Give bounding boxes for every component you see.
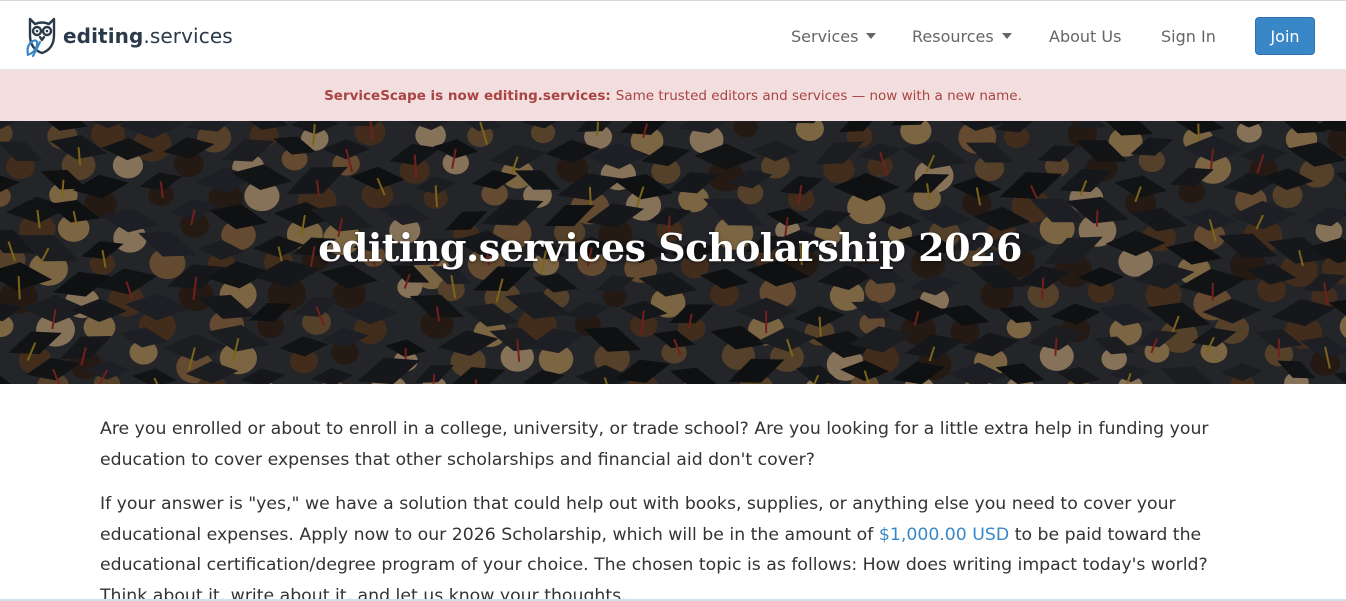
logo-wordmark-bold: editing: [63, 24, 144, 48]
nav-about-label: About Us: [1049, 26, 1122, 46]
notice-text: Same trusted editors and services — now …: [615, 87, 1022, 104]
join-button[interactable]: Join: [1255, 17, 1315, 55]
details-paragraph: If your answer is "yes," we have a solut…: [100, 489, 1250, 601]
notice-strong-text: ServiceScape is now editing.services:: [324, 87, 611, 104]
logo-link[interactable]: editing.services: [24, 14, 233, 58]
rebrand-notice-banner: ServiceScape is now editing.services: Sa…: [0, 70, 1346, 121]
scholarship-amount-link[interactable]: $1,000.00 USD: [879, 525, 1009, 545]
intro-paragraph: Are you enrolled or about to enroll in a…: [100, 419, 1209, 470]
nav-resources-label: Resources: [912, 26, 994, 46]
nav-about-link[interactable]: About Us: [1049, 1, 1121, 71]
top-navbar: editing.services Services Resources Abou…: [0, 0, 1346, 70]
caret-down-icon: [1001, 33, 1012, 39]
caret-down-icon: [866, 33, 877, 39]
hero-banner: editing.services Scholarship 2026: [0, 121, 1346, 384]
nav-signin-label: Sign In: [1161, 26, 1216, 46]
nav-resources-dropdown[interactable]: Resources: [912, 1, 1012, 71]
nav-services-dropdown[interactable]: Services: [791, 1, 877, 71]
logo-wordmark-rest: .services: [143, 24, 233, 48]
owl-icon: [26, 17, 56, 57]
page-title: editing.services Scholarship 2026: [318, 225, 1022, 270]
nav-services-label: Services: [791, 26, 859, 46]
logo-wordmark: editing.services: [63, 24, 233, 48]
nav-signin-link[interactable]: Sign In: [1161, 1, 1216, 71]
main-content: Are you enrolled or about to enroll in a…: [100, 414, 1250, 601]
